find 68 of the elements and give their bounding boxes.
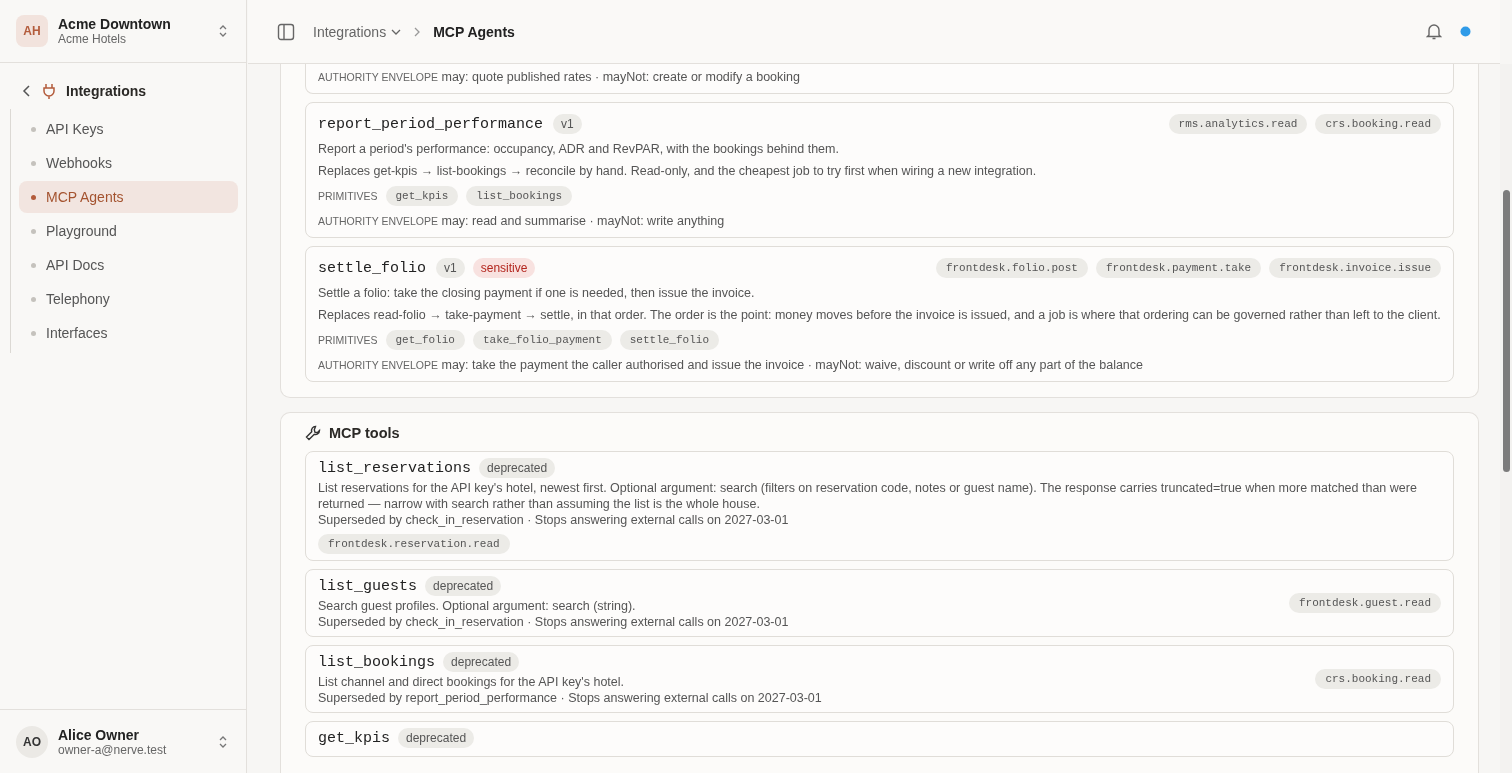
scrollbar[interactable] [1500,64,1512,773]
section-title: Integrations [66,83,147,99]
org-subtitle: Acme Hotels [58,32,128,46]
primitive-chip: settle_folio [619,330,719,350]
version-badge: v1 [553,114,582,134]
breadcrumb-link[interactable]: Integrations [313,23,402,40]
back-chevron-icon[interactable] [22,85,32,97]
scope-chip: frontdesk.reservation.read [318,534,510,554]
nav-item[interactable]: Playground [19,215,238,247]
job-name: report_period_performance [318,115,544,133]
sensitive-badge: sensitive [472,258,536,278]
version-badge: v1 [436,258,465,278]
scope-chip: crs.booking.read [1315,114,1441,134]
status-dot-icon [1460,26,1471,37]
section-title: MCP tools [329,425,400,441]
scope-chip: rms.analytics.read [1168,114,1308,134]
primitive-chip: get_kpis [385,186,459,206]
tool-description: List channel and direct bookings for the API key's hotel. [318,674,626,690]
tool-description: List reservations for the API key's hotel, newest first. Optional argument: search (filters on reservation code, notes or guest name). The response carries truncated=true when more matched than were returned — narrow with search rather than assuming the list is the whole house. [318,480,1418,512]
primitive-chip: take_folio_payment [472,330,612,350]
superseded-note: Superseded by check_in_reservation · Stops answering external calls on 2027-03-01 [318,512,790,528]
authority-envelope: AUTHORITY ENVELOPE may: take the payment the caller authorised and issue the invoice · mayNot: waive, discount or write off any part of the balance [318,358,1144,372]
primitives-label: PRIMITIVES [318,190,378,202]
scope-chip: frontdesk.payment.take [1095,258,1262,278]
deprecated-badge: deprecated [398,728,475,748]
job-description: Report a period's performance: occupancy, ADR and RevPAR, with the bookings behind them. [318,142,840,156]
primitive-chip: get_folio [385,330,465,350]
nav-item[interactable]: Interfaces [19,317,238,349]
job-name: settle_folio [318,259,427,277]
job-description: Settle a folio: take the closing payment if one is needed, then issue the invoice. [318,286,756,300]
authority-envelope: AUTHORITY ENVELOPE may: read and summarise · mayNot: write anything [318,214,725,228]
authority-envelope: AUTHORITY ENVELOPE may: quote published rates · mayNot: create or modify a booking [318,70,800,84]
user-email: owner-a@nerve.test [58,742,168,757]
scrollbar-thumb[interactable] [1502,190,1510,472]
job-replaces-note: Replaces read-folio → take-payment → settle, in that order. The order is the point: money moves before the invoice is issued, and a job is where that ordering can be governed rather than left to the client. [318,308,1441,322]
primitive-chip: list_bookings [466,186,573,206]
scope-chip: frontdesk.folio.post [935,258,1088,278]
tool-description: Search guest profiles. Optional argument: search (string). [318,598,637,614]
tool-name: list_guests [318,577,418,595]
nav-item[interactable]: API Docs [19,249,238,281]
tool-name: get_kpis [318,729,390,747]
nav-item[interactable]: Webhooks [19,147,238,179]
org-name: Acme Downtown [58,16,172,32]
nav-item[interactable]: API Keys [19,113,238,145]
nav-item[interactable]: Telephony [19,283,238,315]
notification-bell-icon[interactable] [1426,23,1442,40]
scope-chip: frontdesk.guest.read [1288,593,1441,613]
org-avatar: AH [16,15,48,47]
job-replaces-note: Replaces get-kpis → list-bookings → reconcile by hand. Read-only, and the cheapest job to try first when wiring a new integration. [318,164,1038,178]
sidebar-toggle-icon[interactable] [277,22,295,41]
wrench-icon [305,425,321,441]
tool-name: list_reservations [318,459,472,477]
user-name: Alice Owner [58,726,140,743]
deprecated-badge: deprecated [443,652,520,672]
superseded-note: Superseded by report_period_performance · Stops answering external calls on 2027-03-01 [318,690,823,706]
breadcrumb-current: MCP Agents [433,23,515,40]
plug-icon [42,83,56,99]
user-avatar: AO [16,725,48,758]
tool-name: list_bookings [318,653,436,671]
deprecated-badge: deprecated [425,576,502,596]
scope-chip: frontdesk.invoice.issue [1269,258,1441,278]
deprecated-badge: deprecated [479,458,556,478]
nav-item[interactable]: MCP Agents [19,181,238,213]
primitives-label: PRIMITIVES [318,334,378,346]
chevron-right-icon [413,26,422,37]
chevron-down-icon [391,27,402,36]
scope-chip: crs.booking.read [1315,669,1441,689]
superseded-note: Superseded by check_in_reservation · Stops answering external calls on 2027-03-01 [318,614,790,630]
